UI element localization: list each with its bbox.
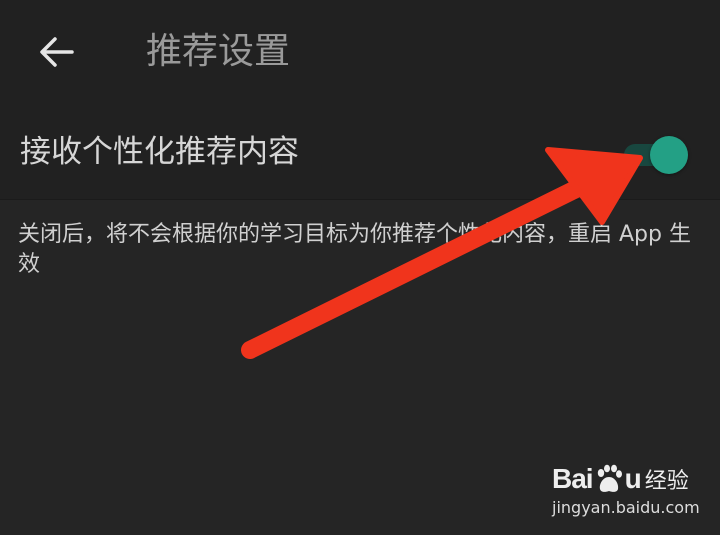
- baidu-jingyan-watermark: Bai u 经验 jingyan.baidu.com: [548, 458, 708, 524]
- settings-screen: 推荐设置 接收个性化推荐内容 关闭后，将不会根据你的学习目标为你推荐个性化内容，…: [0, 0, 720, 535]
- personalized-recommendation-row[interactable]: 接收个性化推荐内容: [0, 100, 720, 200]
- back-button[interactable]: [28, 26, 84, 78]
- watermark-url: jingyan.baidu.com: [552, 498, 700, 517]
- app-header: 推荐设置: [0, 0, 720, 100]
- personalized-recommendation-toggle[interactable]: [622, 136, 688, 174]
- baidu-logo: Bai u 经验: [552, 463, 689, 494]
- page-title: 推荐设置: [146, 31, 291, 72]
- paw-icon: [597, 464, 622, 492]
- setting-label: 接收个性化推荐内容: [20, 134, 299, 170]
- arrow-left-icon: [40, 37, 74, 67]
- toggle-knob: [650, 136, 688, 174]
- setting-description: 关闭后，将不会根据你的学习目标为你推荐个性化内容，重启 App 生效: [18, 222, 691, 277]
